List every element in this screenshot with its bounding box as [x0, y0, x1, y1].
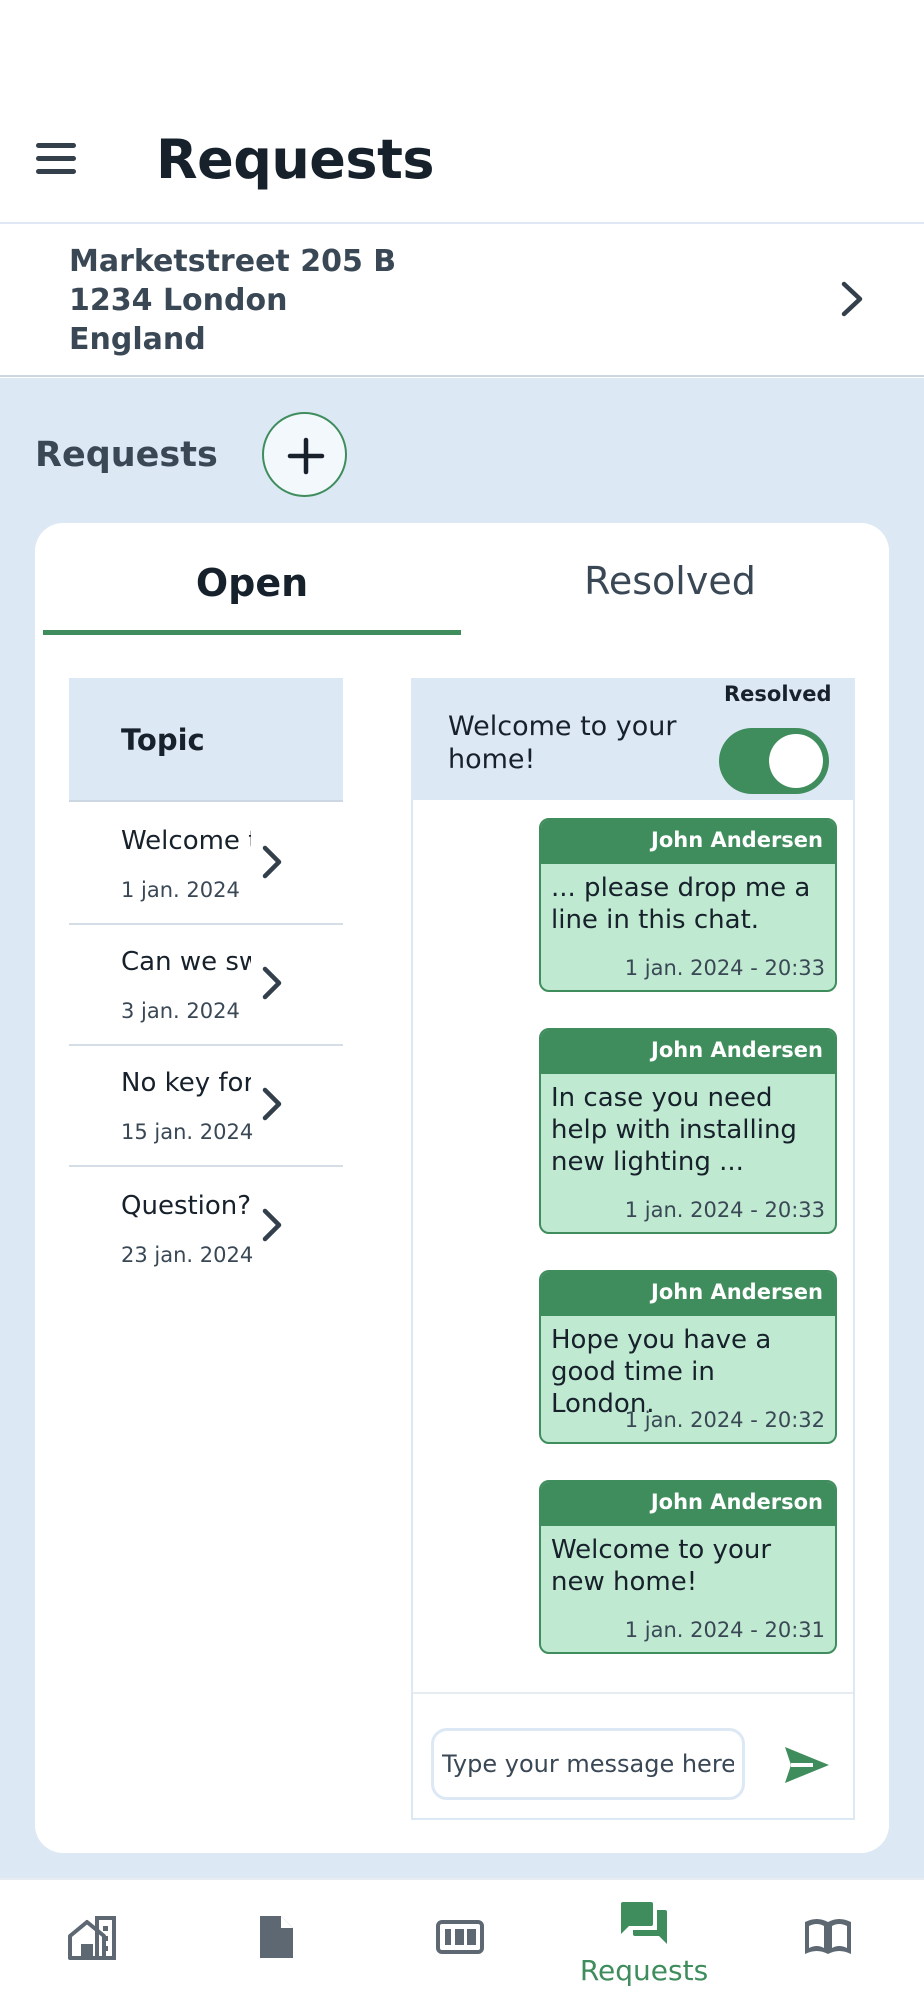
address-selector[interactable]: Marketstreet 205 B 1234 London England	[0, 224, 924, 377]
topic-item[interactable]: Welcome t... 1 jan. 2024	[69, 804, 343, 925]
message-author: John Andersen	[541, 820, 835, 864]
chat-message: John Andersen Hope you have a good time …	[539, 1270, 837, 1444]
tab-resolved[interactable]: Resolved	[461, 523, 879, 635]
chevron-right-icon	[841, 281, 863, 317]
nav-guide[interactable]	[736, 1880, 920, 2000]
topic-item[interactable]: Can we switch... 3 jan. 2024	[69, 925, 343, 1046]
nav-documents[interactable]	[184, 1880, 368, 2000]
topic-header-label: Topic	[121, 723, 205, 757]
topic-title: Question?	[121, 1191, 251, 1221]
message-time: 1 jan. 2024 - 20:31	[624, 1618, 825, 1642]
requests-card: Open Resolved Topic Welcome t... 1 jan. …	[35, 523, 889, 1853]
message-input[interactable]	[431, 1728, 745, 1800]
hamburger-menu-icon	[36, 143, 76, 148]
topic-title: No key for the...	[121, 1068, 251, 1098]
topic-item[interactable]: Question? 23 jan. 2024	[69, 1167, 343, 1288]
message-time: 1 jan. 2024 - 20:33	[624, 956, 825, 980]
chevron-right-icon	[262, 1208, 282, 1242]
chat-title: Welcome to your home!	[448, 711, 677, 775]
chevron-right-icon	[262, 845, 282, 879]
send-icon[interactable]	[783, 1744, 831, 1786]
chat-icon	[621, 1902, 667, 1944]
requests-content: Requests Open Resolved Topic Welcome t..…	[0, 378, 924, 1878]
chevron-right-icon	[262, 966, 282, 1000]
meter-icon	[436, 1920, 484, 1954]
topic-title: Can we switch...	[121, 947, 251, 977]
book-icon	[805, 1919, 851, 1954]
bottom-navigation: Requests	[0, 1878, 924, 2000]
chat-message: John Anderson Welcome to your new home! …	[539, 1480, 837, 1654]
nav-meter[interactable]	[368, 1880, 552, 2000]
topic-item[interactable]: No key for the... 15 jan. 2024	[69, 1046, 343, 1167]
topic-date: 23 jan. 2024	[121, 1243, 254, 1267]
nav-requests[interactable]: Requests	[552, 1880, 736, 2000]
nav-requests-label: Requests	[579, 1954, 709, 1987]
chat-header: Welcome to your home! Resolved	[413, 680, 853, 800]
message-author: John Andersen	[541, 1030, 835, 1074]
toggle-knob	[769, 734, 823, 788]
message-author: John Anderson	[541, 1482, 835, 1526]
chat-input-area	[413, 1692, 853, 1818]
nav-home[interactable]	[0, 1880, 184, 2000]
message-text: Welcome to your new home!	[551, 1535, 772, 1597]
topic-date: 1 jan. 2024	[121, 878, 240, 902]
topic-list-header: Topic	[69, 678, 343, 802]
message-text: Hope you have a good time in London.	[551, 1325, 772, 1419]
tab-open-label: Open	[195, 561, 309, 605]
address-line-2: 1234 London	[69, 283, 288, 318]
chat-message: John Andersen ... please drop me a line …	[539, 818, 837, 992]
message-author: John Andersen	[541, 1272, 835, 1316]
tab-open[interactable]: Open	[43, 523, 461, 635]
chat-panel: Welcome to your home! Resolved John Ande…	[411, 678, 855, 1820]
document-icon	[260, 1916, 293, 1958]
app-header: Requests	[0, 0, 924, 224]
message-time: 1 jan. 2024 - 20:33	[624, 1198, 825, 1222]
topic-title: Welcome t...	[121, 826, 251, 856]
topic-date: 3 jan. 2024	[121, 999, 240, 1023]
add-request-button[interactable]	[262, 412, 347, 497]
tab-resolved-label: Resolved	[584, 559, 756, 603]
message-text: In case you need help with installing ne…	[551, 1083, 797, 1177]
chat-message: John Andersen In case you need help with…	[539, 1028, 837, 1234]
menu-button[interactable]	[36, 143, 86, 183]
address-line-1: Marketstreet 205 B	[69, 244, 397, 279]
requests-section-label: Requests	[35, 435, 218, 475]
message-time: 1 jan. 2024 - 20:32	[624, 1408, 825, 1432]
topic-date: 15 jan. 2024	[121, 1120, 254, 1144]
home-icon	[68, 1916, 116, 1960]
page-title: Requests	[156, 128, 435, 191]
chevron-right-icon	[262, 1087, 282, 1121]
message-text: ... please drop me a line in this chat.	[551, 873, 811, 935]
plus-icon	[287, 437, 325, 475]
address-line-3: England	[69, 322, 206, 357]
resolved-label: Resolved	[724, 682, 832, 706]
resolved-toggle[interactable]	[719, 728, 829, 794]
